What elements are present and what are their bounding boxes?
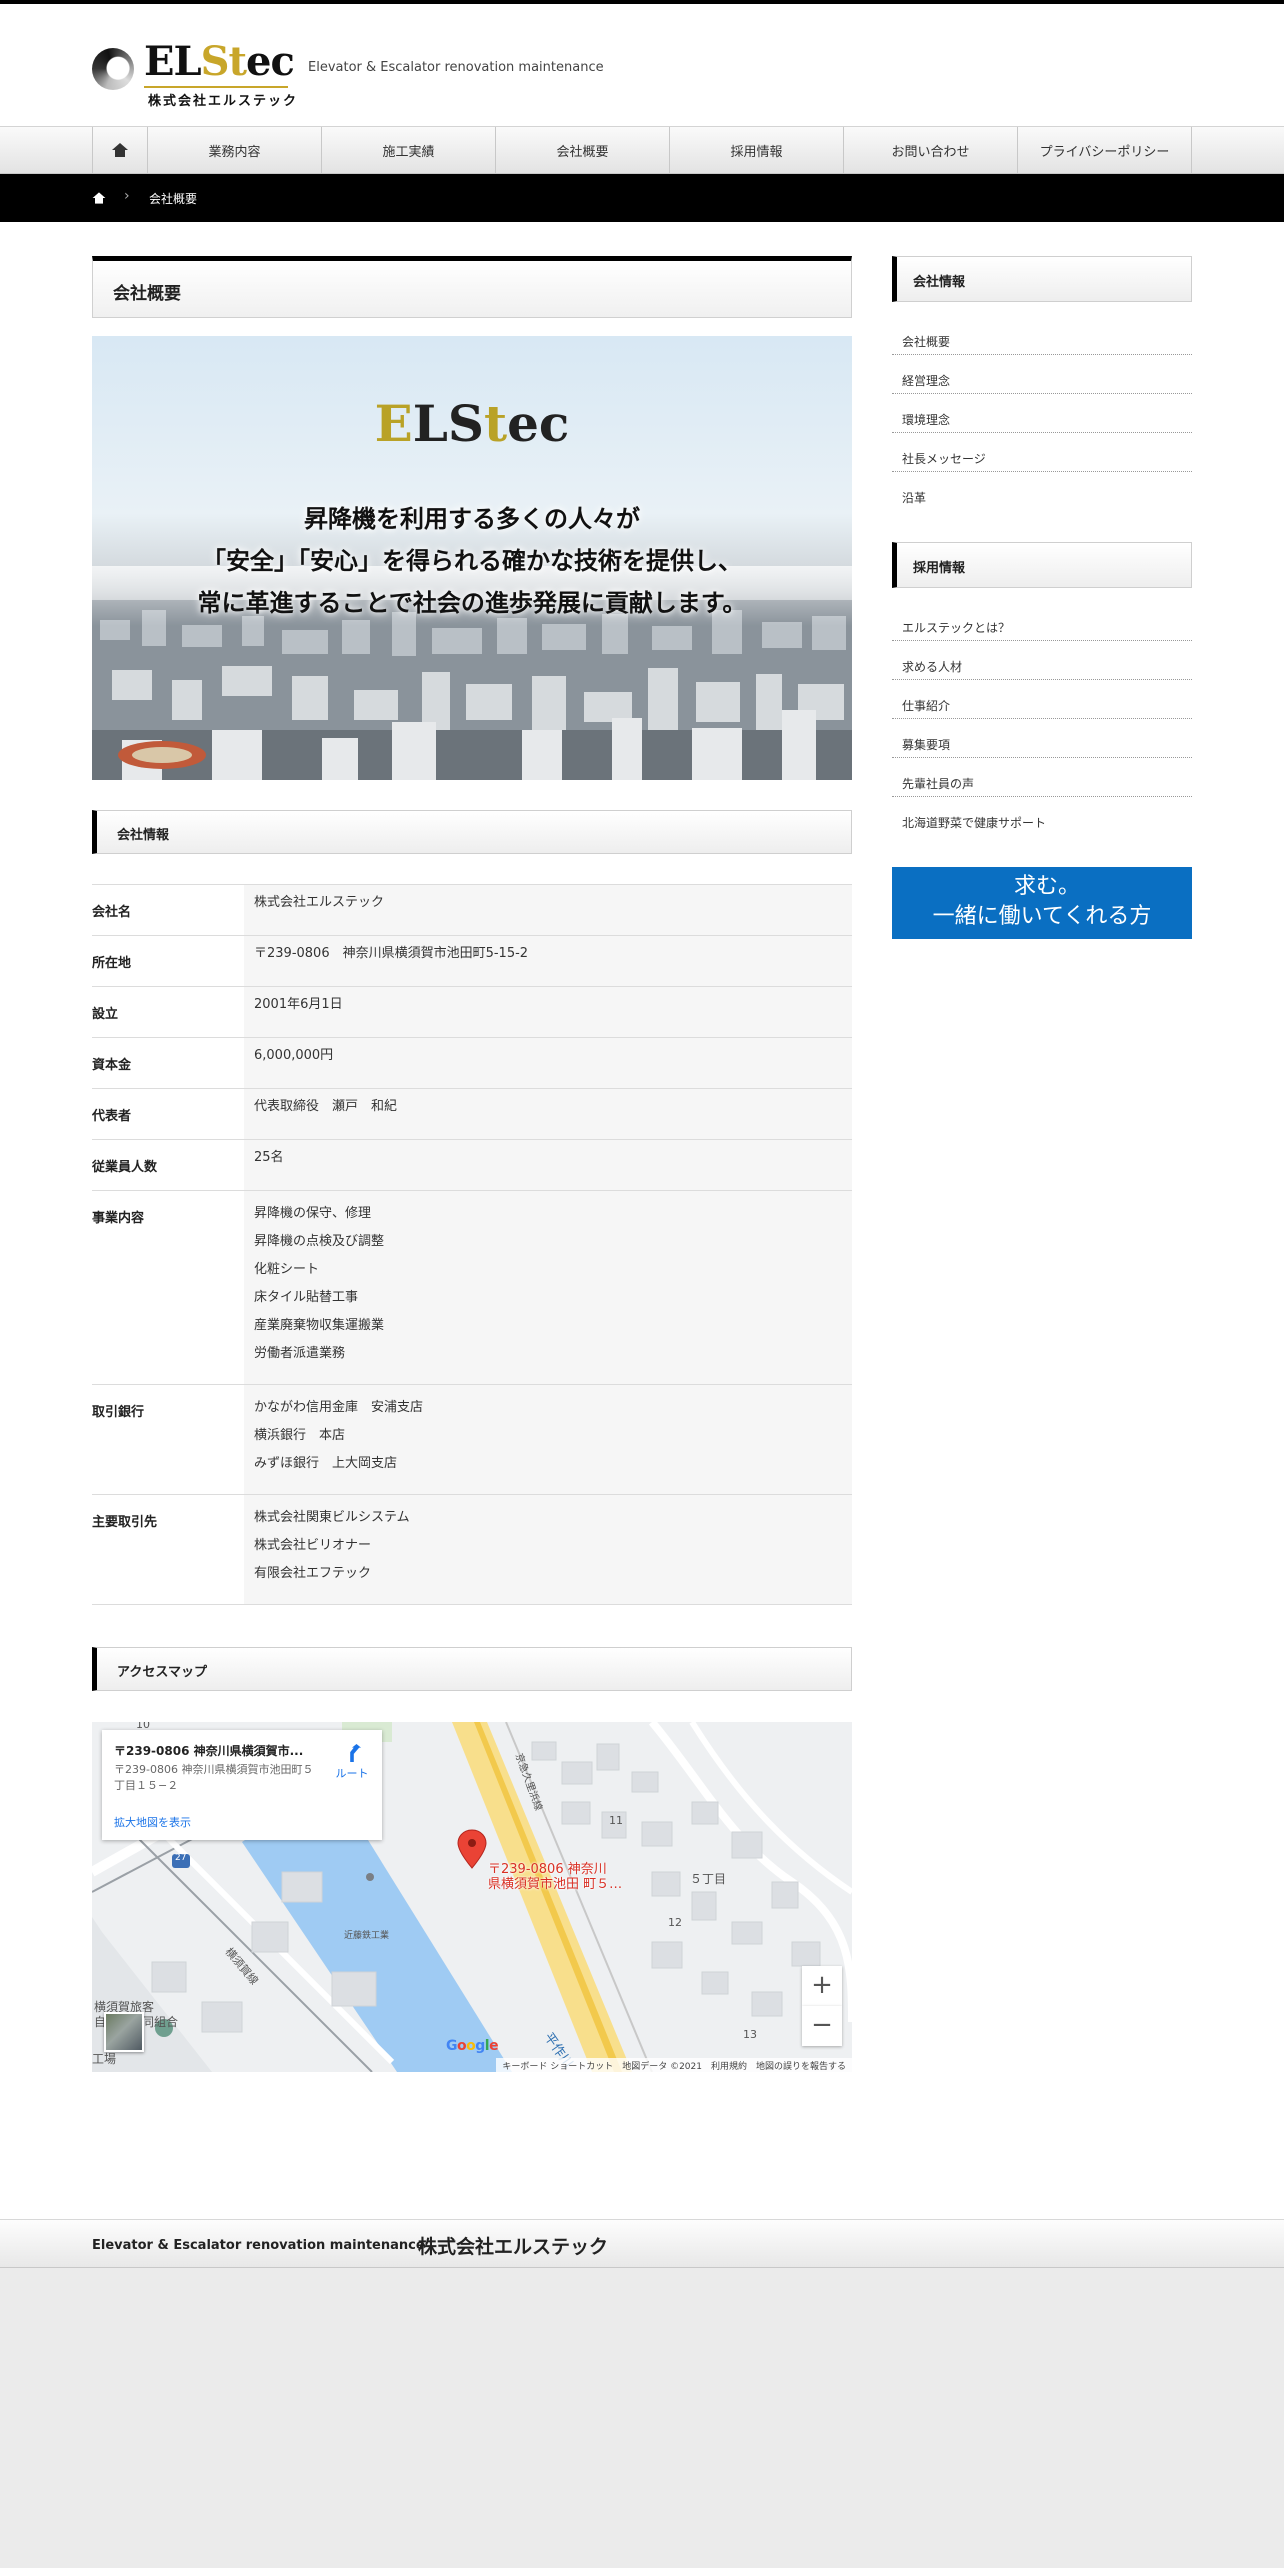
- nav-item-services[interactable]: 業務内容: [148, 127, 322, 173]
- nav-item-privacy[interactable]: プライバシーポリシー: [1018, 127, 1192, 173]
- sidebar-item-overview[interactable]: 会社概要: [892, 316, 1192, 355]
- footer-company-name: 株式会社エルステック: [418, 2236, 609, 2258]
- footer-tagline: Elevator & Escalator renovation maintena…: [92, 2238, 425, 2253]
- nav-item-contact[interactable]: お問い合わせ: [844, 127, 1018, 173]
- logo-underline: [144, 86, 288, 88]
- sidebar-item-about[interactable]: エルステックとは？: [892, 602, 1192, 641]
- nav-home[interactable]: [93, 127, 148, 173]
- site-header: ELStec 株式会社エルステック Elevator & Escalator r…: [0, 8, 1284, 126]
- sidebar-company-links: 会社概要 経営理念 環境理念 社長メッセージ 沿革: [892, 316, 1192, 511]
- table-row: 所在地 〒239-0806 神奈川県横須賀市池田町5-15-2: [92, 935, 852, 987]
- sidebar-item-voices[interactable]: 先輩社員の声: [892, 758, 1192, 797]
- breadcrumb-current: 会社概要: [149, 192, 198, 206]
- zoom-in-button[interactable]: +: [802, 1966, 842, 2006]
- nav-item-recruit[interactable]: 採用情報: [670, 127, 844, 173]
- section-heading-access-map: アクセスマップ: [92, 1647, 852, 1691]
- logo-wordmark: ELStec: [144, 38, 295, 85]
- site-footer: Elevator & Escalator renovation maintena…: [0, 2219, 1284, 2268]
- directions-icon: [350, 1744, 361, 1762]
- breadcrumb-separator-icon: ›: [124, 188, 130, 204]
- sidebar-heading-company: 会社情報: [892, 256, 1192, 302]
- sidebar-item-health-support[interactable]: 北海道野菜で健康サポート: [892, 797, 1192, 836]
- map-card-address: 〒239-0806 神奈川県横須賀市池田町５丁目１５−２: [114, 1763, 314, 1792]
- table-row: 取引銀行 かながわ信用金庫 安浦支店 横浜銀行 本店 みずほ銀行 上大岡支店: [92, 1384, 852, 1495]
- global-nav: 業務内容 施工実績 会社概要 採用情報 お問い合わせ プライバシーポリシー: [0, 126, 1284, 174]
- breadcrumb-home-icon[interactable]: [92, 192, 106, 204]
- hero-copy: 昇降機を利用する多くの人々が 「安全」「安心」を得られる確かな技術を提供し、 常…: [197, 504, 747, 617]
- map-pin-label[interactable]: 〒239-0806 神奈川 県横須賀市池田 町５…: [488, 1862, 622, 1892]
- hero-brand: ELStec: [374, 394, 570, 453]
- hero-image: ELStec 昇降機を利用する多くの人々が 「安全」「安心」を得られる確かな技術…: [92, 336, 852, 780]
- logo-swoosh-icon: [92, 48, 134, 90]
- table-row: 代表者 代表取締役 瀬戸 和紀: [92, 1088, 852, 1140]
- view-larger-map-link[interactable]: 拡大地図を表示: [114, 1814, 191, 1830]
- sidebar-item-message[interactable]: 社長メッセージ: [892, 433, 1192, 472]
- sidebar-item-ideal-candidate[interactable]: 求める人材: [892, 641, 1192, 680]
- sidebar-item-requirements[interactable]: 募集要項: [892, 719, 1192, 758]
- sidebar-heading-recruit: 採用情報: [892, 542, 1192, 588]
- table-row: 設立 2001年6月1日: [92, 986, 852, 1038]
- directions-button[interactable]: ルート: [330, 1744, 374, 1781]
- google-logo: Google: [446, 2038, 499, 2054]
- map-info-card: 〒239-0806 神奈川県横須賀市... 〒239-0806 神奈川県横須賀市…: [102, 1730, 382, 1840]
- company-info-table: 会社名 株式会社エルステック 所在地 〒239-0806 神奈川県横須賀市池田町5-…: [92, 884, 852, 1605]
- table-row: 資本金 6,000,000円: [92, 1037, 852, 1089]
- recruit-banner[interactable]: 求む。 一緒に働いてくれる方: [892, 867, 1192, 939]
- sidebar-item-jobs[interactable]: 仕事紹介: [892, 680, 1192, 719]
- breadcrumb: › 会社概要: [0, 174, 1284, 222]
- page: ELStec 株式会社エルステック Elevator & Escalator r…: [0, 0, 1284, 2268]
- zoom-out-button[interactable]: −: [802, 2006, 842, 2046]
- street-view-thumbnail[interactable]: [104, 2012, 144, 2052]
- section-heading-company-info: 会社情報: [92, 810, 852, 854]
- header-tagline: Elevator & Escalator renovation maintena…: [308, 60, 604, 75]
- table-row: 主要取引先 株式会社関東ビルシステム 株式会社ビリオナー 有限会社エフテック: [92, 1494, 852, 1605]
- nav-item-works[interactable]: 施工実績: [322, 127, 496, 173]
- sidebar-item-history[interactable]: 沿革: [892, 472, 1192, 511]
- page-title: 会社概要: [92, 256, 852, 318]
- home-icon: [112, 143, 128, 157]
- logo-company-name: 株式会社エルステック: [148, 94, 299, 109]
- map-card-title: 〒239-0806 神奈川県横須賀市...: [114, 1744, 304, 1758]
- table-row: 従業員人数 25名: [92, 1139, 852, 1191]
- nav-item-company[interactable]: 会社概要: [496, 127, 670, 173]
- google-map[interactable]: 10 11 12 13 ５丁目 27 京急久里浜線 横須賀線 平作川 近藤鉄工業…: [92, 1722, 852, 2072]
- map-attribution[interactable]: キーボード ショートカット 地図データ ©2021 利用規約 地図の誤りを報告す…: [496, 2058, 852, 2072]
- sidebar-recruit-links: エルステックとは？ 求める人材 仕事紹介 募集要項 先輩社員の声 北海道野菜で健…: [892, 602, 1192, 836]
- table-row: 事業内容 昇降機の保守、修理 昇降機の点検及び調整 化粧シート 床タイル貼替工事 産業…: [92, 1190, 852, 1385]
- sidebar-item-philosophy[interactable]: 経営理念: [892, 355, 1192, 394]
- table-row: 会社名 株式会社エルステック: [92, 884, 852, 936]
- sidebar-item-environment[interactable]: 環境理念: [892, 394, 1192, 433]
- site-logo[interactable]: ELStec 株式会社エルステック: [92, 38, 296, 109]
